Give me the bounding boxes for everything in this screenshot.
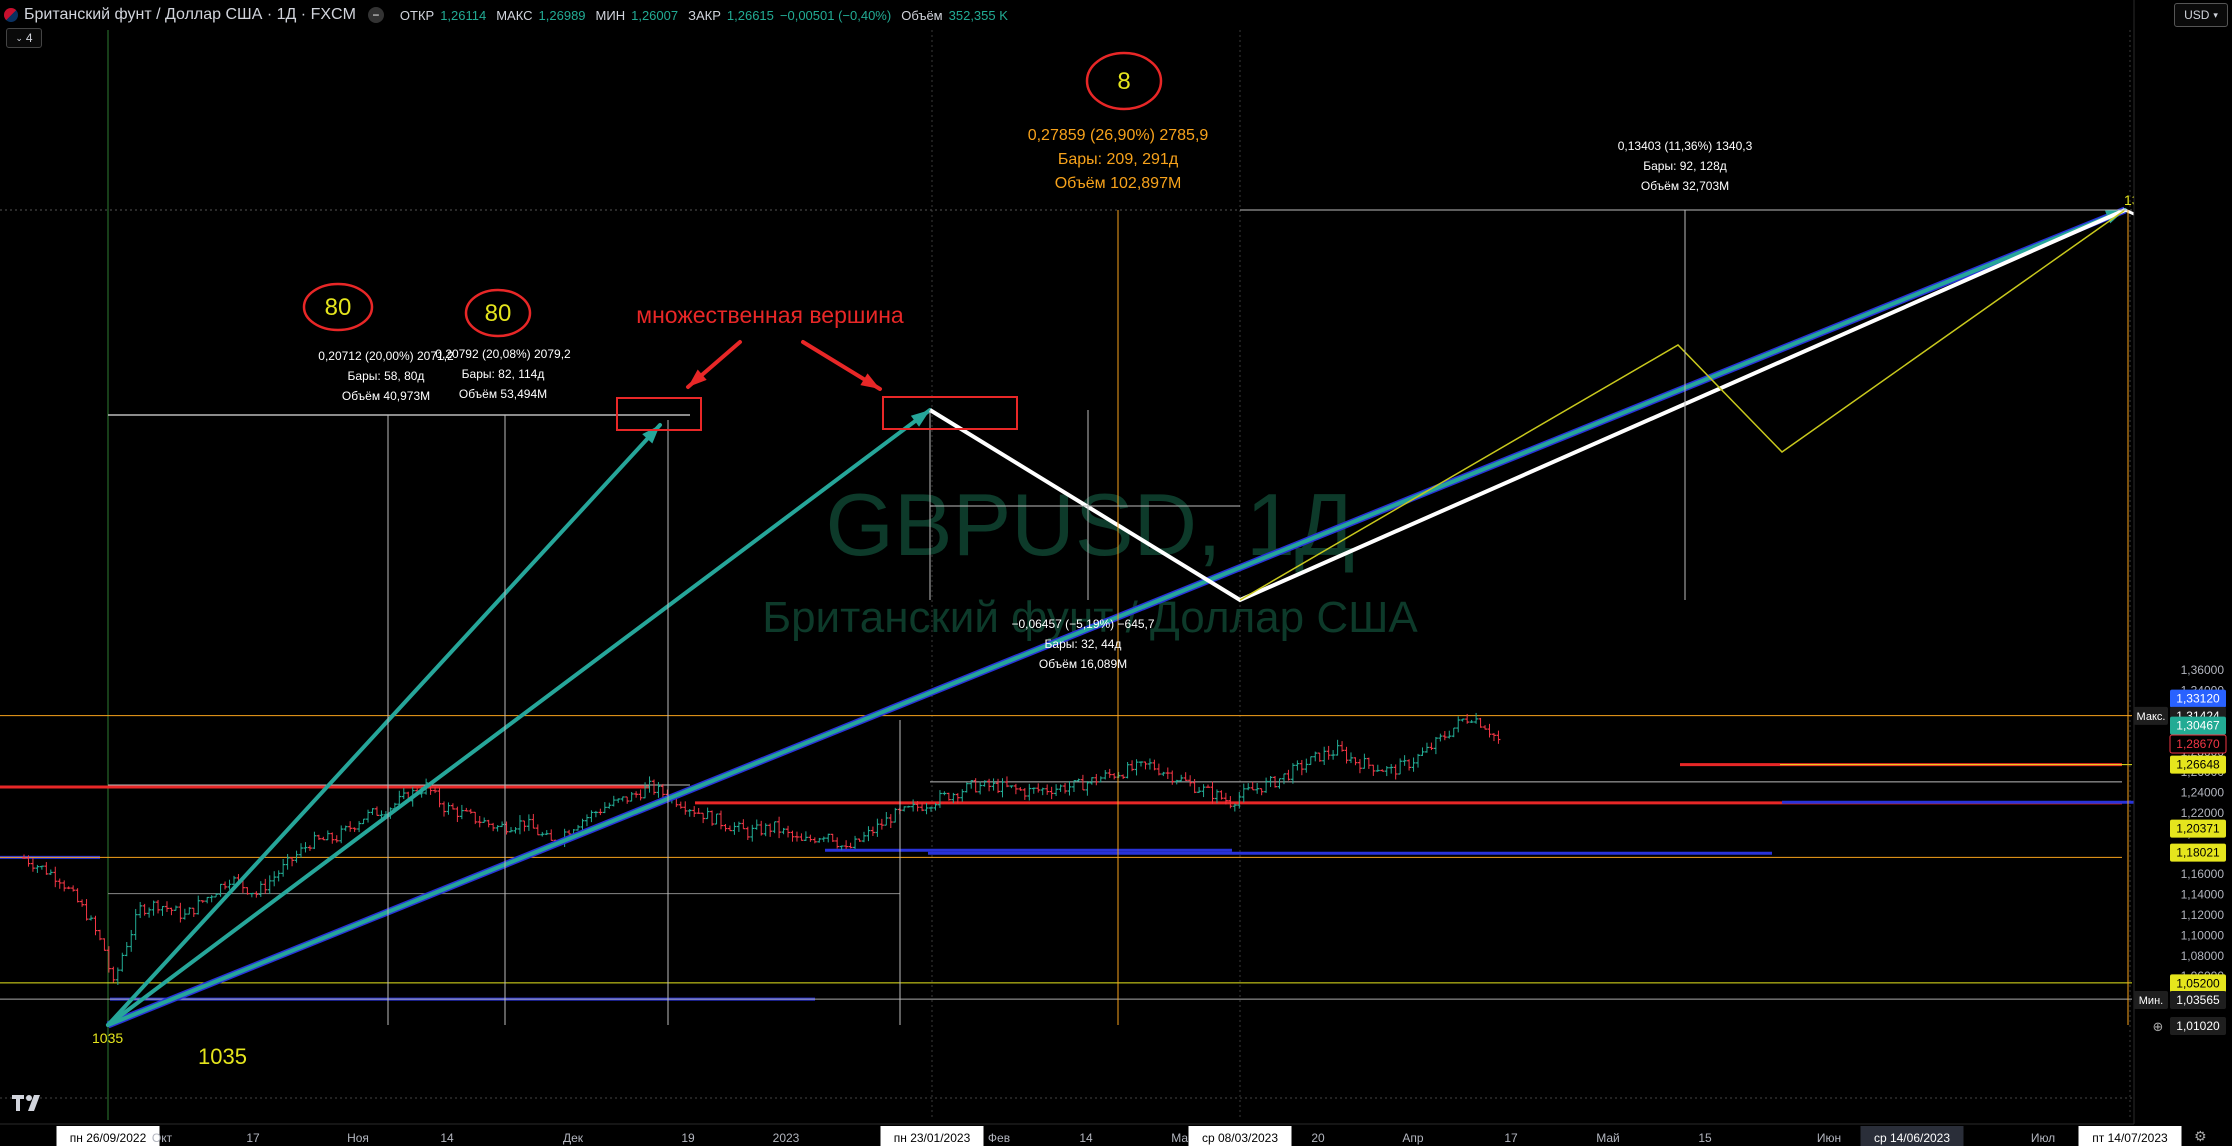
open-value: 1,26114 <box>440 7 487 23</box>
grid <box>0 30 2132 1120</box>
annotation-circle-label: 80 <box>485 300 512 327</box>
high-label: МАКС <box>496 7 533 23</box>
measure-label: Бары: 58, 80д <box>348 369 425 383</box>
time-label-highlight: ср 08/03/2023 <box>1202 1131 1278 1145</box>
annotation-circle-label: 8 <box>1117 68 1130 95</box>
candles <box>22 712 1501 985</box>
time-label: Дек <box>563 1131 584 1145</box>
time-axis: пн 26/09/2022 Окт 17 Ноя 14 Дек 19 2023 пн 23/01… <box>0 1123 2232 1146</box>
time-label: 14 <box>1079 1131 1093 1145</box>
measure-label: Бары: 209, 291д <box>1058 151 1179 168</box>
annotation-low-label: 1035 <box>198 1044 247 1069</box>
time-label: Июл <box>2031 1131 2055 1145</box>
price-tick-label: 1,12000 <box>2181 908 2225 922</box>
min-marker: 1035 <box>92 1030 123 1046</box>
watermark-ticker: GBPUSD, 1Д <box>825 475 1354 574</box>
volume-label: Объём <box>901 7 943 23</box>
time-label-highlight: пн 26/09/2022 <box>70 1131 147 1145</box>
price-label: 1,18021 <box>2176 846 2220 860</box>
measure-label: Объём 40,973M <box>342 389 430 403</box>
time-label-highlight: пн 23/01/2023 <box>894 1131 971 1145</box>
price-label: 1,03565 <box>2176 993 2220 1007</box>
time-label: Ноя <box>347 1131 369 1145</box>
price-label: 1,20371 <box>2176 822 2220 836</box>
price-chart[interactable]: GBPUSD, 1ДБританский фунт / Доллар США 8… <box>0 0 2232 1146</box>
currency-selector[interactable]: USD ▾ <box>2174 3 2228 27</box>
price-label: 1,28670 <box>2176 737 2220 751</box>
symbol-title[interactable]: Британский фунт / Доллар США · 1Д · FXCM <box>24 6 356 24</box>
measure-label: Бары: 92, 128д <box>1643 159 1727 173</box>
measure-label: 0,13403 (11,36%) 1340,3 <box>1618 139 1753 153</box>
price-tick-label: 1,16000 <box>2181 867 2225 881</box>
chart-header: Британский фунт / Доллар США · 1Д · FXCM… <box>4 4 1008 26</box>
measure-label: 0,20792 (20,08%) 2079,2 <box>435 347 571 361</box>
high-value: 1,26989 <box>538 7 586 23</box>
price-tag: Макс. <box>2137 711 2166 723</box>
time-label: Фев <box>988 1131 1010 1145</box>
low-value: 1,26007 <box>631 7 679 23</box>
trend-arrow-short <box>106 423 662 1027</box>
annotation-multiple-top: множественная вершина <box>636 302 904 328</box>
measure-label: 0,27859 (26,90%) 2785,9 <box>1028 127 1209 144</box>
time-label-highlight: пт 14/07/2023 <box>2092 1131 2168 1145</box>
measure-label: Объём 102,897M <box>1055 175 1182 192</box>
measure-label: Объём 16,089M <box>1039 657 1127 671</box>
measure-label: Бары: 82, 114д <box>462 367 545 381</box>
change-value: −0,00501 (−0,40%) <box>779 7 892 23</box>
time-label: 15 <box>1698 1131 1712 1145</box>
crosshair-add-icon: ⊕ <box>2153 1019 2164 1034</box>
currency-label: USD <box>2184 8 2210 22</box>
price-tick-label: 1,22000 <box>2181 806 2225 820</box>
time-label: Июн <box>1817 1131 1841 1145</box>
indicator-count: 4 <box>25 31 33 45</box>
time-label: Окт <box>152 1131 173 1145</box>
measure-label: Бары: 32, 44д <box>1045 637 1122 651</box>
close-label: ЗАКР <box>688 7 721 23</box>
price-label: 1,05200 <box>2176 976 2220 990</box>
time-label: Май <box>1596 1131 1620 1145</box>
chevron-down-icon: ⌄ <box>15 32 23 43</box>
measure-label: 0,20712 (20,00%) 2071,2 <box>318 349 454 363</box>
price-label: 1,30467 <box>2176 719 2220 733</box>
settings-gear-icon[interactable]: ⚙ <box>2194 1128 2207 1145</box>
time-label: 14 <box>440 1131 454 1145</box>
price-tick-label: 1,36000 <box>2181 663 2225 677</box>
time-label-highlight: ср 14/06/2023 <box>1874 1131 1950 1145</box>
time-label: 20 <box>1311 1131 1325 1145</box>
measure-label: Объём 53,494M <box>459 387 547 401</box>
indicators-toggle-button[interactable]: ⌄ 4 <box>6 28 42 48</box>
tradingview-logo-icon <box>12 1095 40 1111</box>
price-tick-label: 1,14000 <box>2181 888 2225 902</box>
time-label: 2023 <box>773 1131 800 1145</box>
price-tick-label: 1,08000 <box>2181 949 2225 963</box>
open-label: ОТКР <box>399 7 435 23</box>
price-label: 1,33120 <box>2176 692 2220 706</box>
price-tick-label: 1,24000 <box>2181 786 2225 800</box>
peak-pointer-arrow-head <box>860 373 880 389</box>
price-label: 1,01020 <box>2176 1019 2220 1033</box>
low-label: МИН <box>595 7 626 23</box>
annotation-circle-label: 80 <box>325 294 352 321</box>
measure-label: Объём 32,703M <box>1641 179 1729 193</box>
currency-flag-icon <box>4 8 18 22</box>
price-label: 1,26648 <box>2176 758 2220 772</box>
time-label: 19 <box>681 1131 695 1145</box>
price-tag: Мин. <box>2139 995 2163 1007</box>
close-value: 1,26615 <box>726 7 774 23</box>
volume-value: 352,355 K <box>948 7 1008 23</box>
horizontal-levels <box>0 715 2168 1001</box>
chevron-down-icon: ▾ <box>2213 9 2218 20</box>
price-tick-label: 1,10000 <box>2181 928 2225 942</box>
time-label: 17 <box>1504 1131 1518 1145</box>
collapse-icon[interactable]: − <box>367 7 384 23</box>
time-label: 17 <box>246 1131 260 1145</box>
trend-arrow-mid <box>106 408 932 1027</box>
price-axis: 1,360001,340001,320001,300001,280001,260… <box>2133 0 2232 1146</box>
measure-label: −0,06457 (−5,19%) −645,7 <box>1011 617 1154 631</box>
time-label: Апр <box>1402 1131 1424 1145</box>
